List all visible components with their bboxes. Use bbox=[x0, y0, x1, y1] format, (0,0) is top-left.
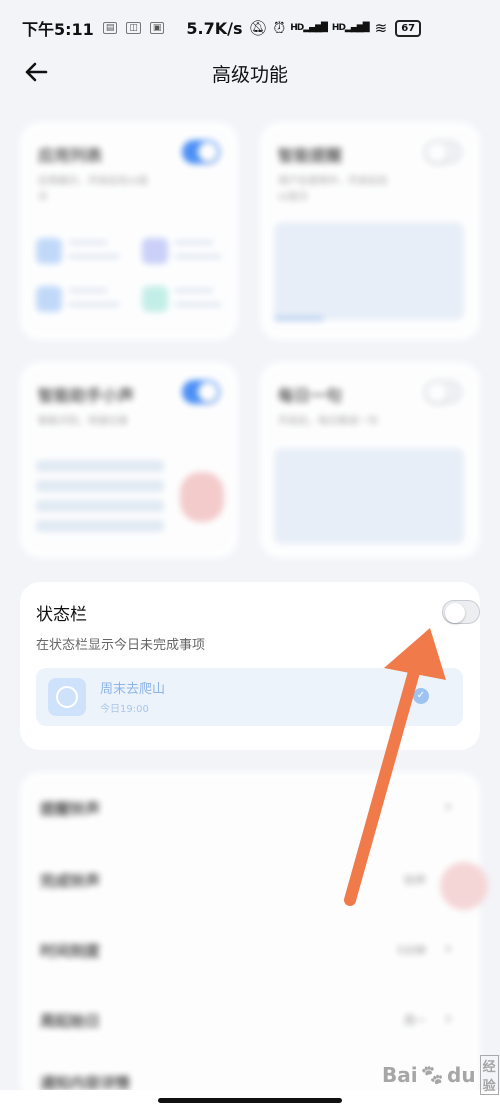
status-bar-toggle[interactable] bbox=[442, 600, 480, 624]
placeholder-line bbox=[36, 520, 164, 532]
mascot-icon bbox=[440, 862, 488, 910]
notification-icon: ▤ bbox=[102, 22, 118, 34]
page-header: 高级功能 bbox=[0, 56, 500, 92]
feature-card-smart-assist[interactable]: 智能助手小声 智能识别，快速记录 bbox=[20, 362, 238, 558]
placeholder-line bbox=[36, 480, 164, 492]
baidu-watermark: Bai 🐾︎ du 经验 bbox=[382, 1055, 499, 1095]
placeholder-line bbox=[174, 254, 222, 259]
app-icon bbox=[36, 286, 62, 312]
placeholder-line bbox=[68, 302, 120, 307]
app-icon bbox=[142, 238, 168, 264]
notification-icon: ◫ bbox=[126, 22, 141, 34]
placeholder-line bbox=[36, 500, 164, 512]
app-list-toggle[interactable] bbox=[182, 140, 220, 164]
daily-quote-toggle[interactable] bbox=[424, 380, 462, 404]
feature-desc: 用户在使用中，开启后在UI显示 bbox=[278, 176, 388, 203]
system-status-bar: 下午5:11 ▤ ◫ ▣ 5.7K/s 🔕︎ ⏰︎ HD▂▄▆█ HD▂▄▆█ … bbox=[0, 0, 500, 56]
feature-title: 每日一句 bbox=[278, 386, 343, 405]
placeholder-line bbox=[68, 254, 120, 259]
smart-assist-toggle[interactable] bbox=[182, 380, 220, 404]
signal-icon: HD▂▄▆█ bbox=[290, 23, 328, 33]
app-icon bbox=[142, 286, 168, 312]
preview-panel bbox=[274, 448, 464, 544]
mute-icon: 🔕︎ bbox=[248, 19, 268, 37]
feature-card-smart-focus[interactable]: 智能提醒 用户在使用中，开启后在UI显示 bbox=[260, 122, 480, 340]
check-icon: ✓ bbox=[413, 688, 429, 704]
chevron-right-icon: › bbox=[444, 796, 452, 817]
placeholder-line bbox=[274, 316, 324, 321]
status-bar-preview: 周末去爬山 今日19:00 ✓ bbox=[36, 668, 463, 726]
status-bar-title: 状态栏 bbox=[36, 605, 87, 625]
placeholder-line bbox=[174, 240, 214, 245]
chevron-right-icon: › bbox=[444, 1008, 452, 1029]
placeholder-line bbox=[174, 302, 222, 307]
smart-focus-toggle[interactable] bbox=[424, 140, 462, 164]
task-icon bbox=[48, 678, 86, 716]
preview-task-time: 今日19:00 bbox=[100, 704, 149, 715]
feature-desc: 智能识别，快速记录 bbox=[38, 416, 128, 427]
placeholder-line bbox=[174, 288, 214, 293]
signal-icon: HD▂▄▆█ bbox=[331, 23, 370, 33]
chevron-right-icon: › bbox=[444, 938, 452, 959]
mascot-icon bbox=[180, 472, 224, 522]
battery-icon: 67 bbox=[395, 19, 422, 37]
page-title: 高级功能 bbox=[211, 64, 288, 86]
placeholder-line bbox=[68, 240, 108, 245]
feature-desc: 开启后，每日推送一句 bbox=[278, 416, 378, 427]
home-indicator[interactable] bbox=[158, 1098, 342, 1103]
placeholder-line bbox=[36, 460, 164, 472]
paw-icon: 🐾︎ bbox=[419, 1063, 445, 1087]
preview-task-title: 周末去爬山 bbox=[100, 682, 166, 697]
notification-icon: ▣ bbox=[149, 22, 165, 34]
feature-title: 应用列表 bbox=[38, 146, 103, 165]
settings-row[interactable]: 时间刻度 5分钟 › bbox=[40, 930, 460, 970]
feature-desc: 应用展示，开启后在UI显示 bbox=[38, 176, 149, 203]
preview-panel bbox=[274, 222, 464, 320]
feature-title: 智能助手小声 bbox=[38, 386, 135, 405]
settings-row[interactable]: 周起始日 周一 › bbox=[40, 1000, 460, 1040]
placeholder-line bbox=[68, 288, 108, 293]
app-icon bbox=[36, 238, 62, 264]
network-speed: 5.7K/s bbox=[186, 18, 243, 38]
settings-row[interactable]: 提醒铃声 › bbox=[40, 788, 460, 828]
feature-title: 智能提醒 bbox=[278, 146, 343, 165]
clock: 下午5:11 bbox=[22, 20, 94, 39]
wifi-icon: ≋ bbox=[374, 19, 388, 37]
status-bar-desc: 在状态栏显示今日未完成事项 bbox=[36, 638, 206, 653]
feature-card-app-list[interactable]: 应用列表 应用展示，开启后在UI显示 bbox=[20, 122, 238, 340]
feature-card-daily-quote[interactable]: 每日一句 开启后，每日推送一句 bbox=[260, 362, 480, 558]
settings-list: 提醒铃声 › 完成铃声 铃声 › 时间刻度 5分钟 › 周起始日 周一 › 通知… bbox=[20, 772, 488, 1102]
alarm-icon: ⏰︎ bbox=[273, 19, 286, 37]
settings-row[interactable]: 完成铃声 铃声 › bbox=[40, 860, 460, 900]
